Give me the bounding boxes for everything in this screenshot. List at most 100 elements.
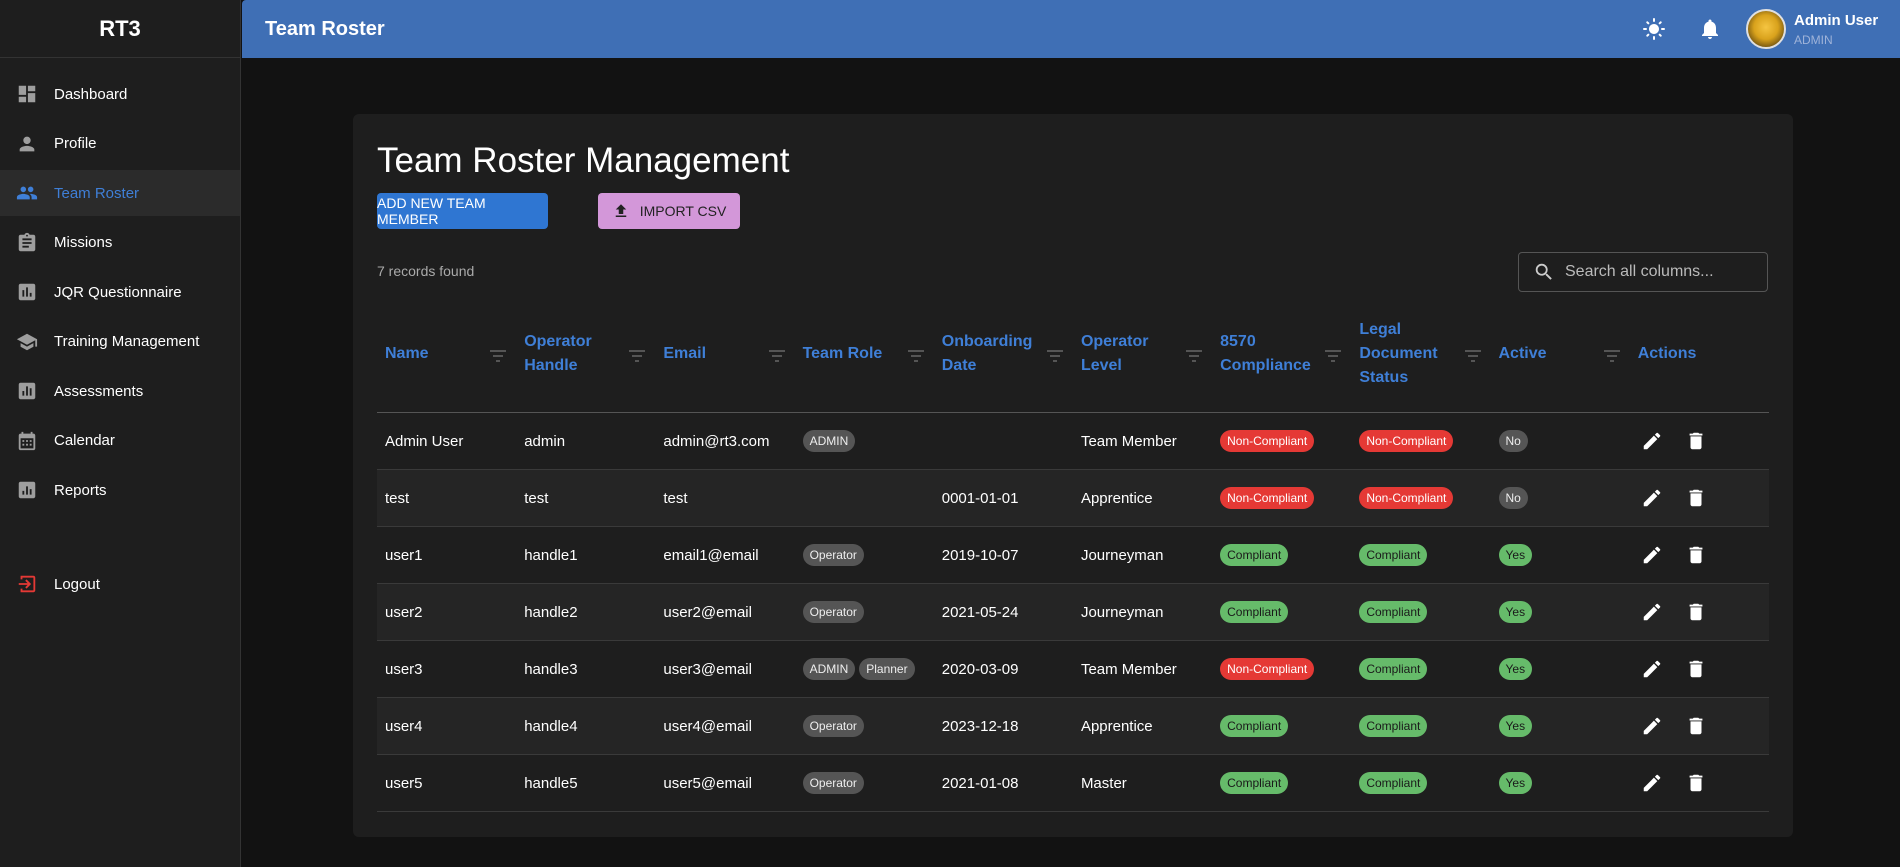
column-header[interactable]: Team Role — [795, 295, 934, 412]
sidebar-item-assessments[interactable]: Assessments — [0, 368, 240, 414]
sidebar-item-calendar[interactable]: Calendar — [0, 418, 240, 464]
delete-icon[interactable] — [1682, 769, 1710, 797]
records-count: 7 records found — [377, 263, 475, 279]
delete-icon[interactable] — [1682, 427, 1710, 455]
sidebar-item-logout[interactable]: Logout — [0, 561, 240, 607]
edit-icon[interactable] — [1638, 541, 1666, 569]
sort-icon[interactable] — [629, 347, 646, 362]
delete-icon[interactable] — [1682, 598, 1710, 626]
edit-icon[interactable] — [1638, 427, 1666, 455]
cell-email: email1@email — [655, 547, 794, 564]
column-header[interactable]: Actions — [1630, 295, 1769, 412]
member-name: user5 — [385, 774, 423, 792]
edit-icon[interactable] — [1638, 655, 1666, 683]
clipboard-icon — [16, 232, 38, 254]
delete-icon[interactable] — [1682, 655, 1710, 683]
sidebar-item-jqr-questionnaire[interactable]: JQR Questionnaire — [0, 269, 240, 315]
sidebar-item-label: Logout — [54, 575, 100, 593]
cell-handle: handle4 — [516, 718, 655, 735]
column-header[interactable]: Onboarding Date — [934, 295, 1073, 412]
cell-handle: test — [516, 490, 655, 507]
cell-active: Yes — [1491, 715, 1630, 737]
cell-8570-compliance: Compliant — [1212, 772, 1351, 794]
sidebar-item-dashboard[interactable]: Dashboard — [0, 71, 240, 117]
delete-icon[interactable] — [1682, 541, 1710, 569]
page-header-title: Team Roster — [265, 17, 385, 40]
avatar[interactable] — [1746, 9, 1786, 49]
sort-icon[interactable] — [1046, 347, 1063, 362]
user-role: ADMIN — [1794, 32, 1833, 47]
sort-icon[interactable] — [1603, 347, 1620, 362]
operator-level: Master — [1080, 774, 1127, 792]
sort-icon[interactable] — [1464, 347, 1481, 362]
sort-icon[interactable] — [1325, 347, 1342, 362]
sidebar-item-label: Reports — [54, 481, 107, 499]
report-icon — [16, 479, 38, 501]
sidebar-item-profile[interactable]: Profile — [0, 121, 240, 167]
edit-icon[interactable] — [1638, 712, 1666, 740]
cell-onboarding-date: 2020-03-09 — [934, 661, 1073, 678]
delete-icon[interactable] — [1682, 484, 1710, 512]
sort-icon[interactable] — [907, 347, 924, 362]
active-badge: Yes — [1498, 544, 1533, 566]
operator-level: Team Member — [1080, 660, 1177, 678]
role-chip: Operator — [802, 772, 864, 794]
sidebar-item-team-roster[interactable]: Team Roster — [0, 170, 240, 216]
table-row[interactable]: test test test 0001-01-01 Apprentice Non-Comp… — [377, 470, 1769, 527]
cell-active: Yes — [1491, 601, 1630, 623]
operator-handle: handle1 — [524, 546, 578, 564]
table-row[interactable]: user2 handle2 user2@email Operator 2021-05-2… — [377, 584, 1769, 641]
operator-handle: handle2 — [524, 603, 578, 621]
column-header-label: Active — [1498, 344, 1547, 362]
user-info[interactable]: Admin User ADMIN — [1794, 12, 1900, 47]
sort-icon[interactable] — [768, 347, 785, 362]
cell-actions — [1630, 541, 1769, 569]
notifications-button[interactable] — [1690, 9, 1730, 49]
cell-handle: handle3 — [516, 661, 655, 678]
member-email: email1@email — [663, 546, 759, 564]
add-team-member-button[interactable]: ADD NEW TEAM MEMBER — [377, 193, 548, 229]
table-row[interactable]: user4 handle4 user4@email Operator 2023-12-1… — [377, 698, 1769, 755]
theme-toggle-button[interactable] — [1634, 9, 1674, 49]
edit-icon[interactable] — [1638, 769, 1666, 797]
edit-icon[interactable] — [1638, 598, 1666, 626]
role-chip: Planner — [859, 658, 915, 680]
table-row[interactable]: user1 handle1 email1@email Operator 2019-10-… — [377, 527, 1769, 584]
sidebar-item-reports[interactable]: Reports — [0, 467, 240, 513]
compliance-badge: Non-Compliant — [1220, 487, 1315, 509]
operator-handle: admin — [524, 432, 566, 450]
table-row[interactable]: user3 handle3 user3@email ADMIN Planner 2020-… — [377, 641, 1769, 698]
import-csv-button[interactable]: IMPORT CSV — [598, 193, 740, 229]
cell-handle: admin — [516, 433, 655, 450]
sidebar-item-missions[interactable]: Missions — [0, 220, 240, 266]
role-chip: ADMIN — [802, 658, 856, 680]
brand-logo[interactable]: RT3 — [0, 0, 240, 58]
compliance-badge: Non-Compliant — [1220, 430, 1315, 452]
column-header[interactable]: Legal Document Status — [1351, 295, 1490, 412]
column-header[interactable]: Name — [377, 295, 516, 412]
edit-icon[interactable] — [1638, 484, 1666, 512]
sort-icon[interactable] — [1186, 347, 1203, 362]
delete-icon[interactable] — [1682, 712, 1710, 740]
upload-icon — [615, 204, 626, 217]
header-actions: Admin User ADMIN — [1634, 0, 1900, 58]
search-input[interactable] — [1565, 263, 1755, 281]
table-row[interactable]: user5 handle5 user5@email Operator 2021-01-0… — [377, 755, 1769, 812]
dashboard-icon — [16, 83, 38, 105]
sort-icon[interactable] — [490, 347, 507, 362]
operator-handle: handle3 — [524, 660, 578, 678]
logout-icon — [16, 573, 38, 595]
column-header[interactable]: Email — [655, 295, 794, 412]
cell-operator-level: Apprentice — [1073, 718, 1212, 735]
table-row[interactable]: Admin User admin admin@rt3.com ADMIN Team Me… — [377, 413, 1769, 470]
sidebar-item-training-management[interactable]: Training Management — [0, 319, 240, 365]
search-box — [1518, 252, 1768, 292]
roster-card: Team Roster Management ADD NEW TEAM MEMB… — [353, 114, 1793, 837]
column-header[interactable]: Operator Handle — [516, 295, 655, 412]
column-header[interactable]: 8570 Compliance — [1212, 295, 1351, 412]
cell-operator-level: Journeyman — [1073, 547, 1212, 564]
column-header[interactable]: Operator Level — [1073, 295, 1212, 412]
cell-email: test — [655, 490, 794, 507]
cell-operator-level: Team Member — [1073, 661, 1212, 678]
column-header[interactable]: Active — [1491, 295, 1630, 412]
